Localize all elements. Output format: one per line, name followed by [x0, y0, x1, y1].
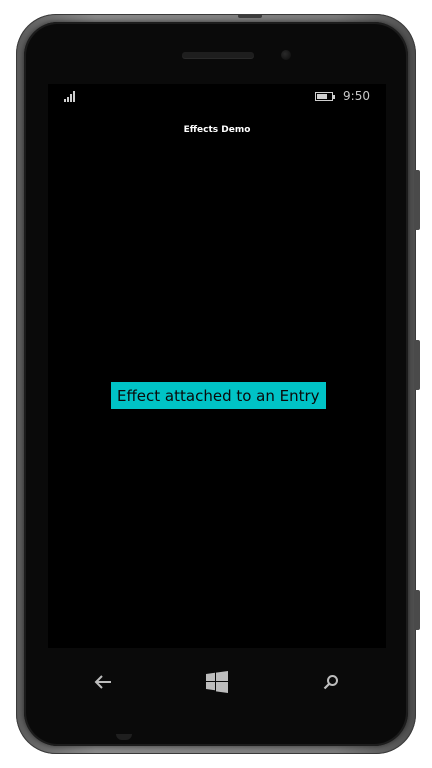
battery-icon	[315, 91, 336, 101]
camera-button	[414, 590, 420, 630]
screen: 9:50 Effects Demo	[48, 84, 386, 648]
status-right: 9:50	[315, 89, 370, 103]
effect-entry-field[interactable]	[111, 382, 326, 409]
power-button	[238, 14, 262, 18]
status-bar: 9:50	[48, 84, 386, 108]
volume-button	[414, 170, 420, 230]
search-icon[interactable]	[316, 667, 346, 697]
status-time: 9:50	[343, 89, 370, 103]
side-button	[414, 340, 420, 390]
signal-icon	[64, 90, 75, 102]
navigation-bar	[48, 660, 386, 704]
front-camera	[281, 50, 291, 60]
windows-logo-icon[interactable]	[202, 667, 232, 697]
back-arrow-icon[interactable]	[88, 667, 118, 697]
earpiece-speaker	[182, 52, 254, 58]
page-title: Effects Demo	[183, 125, 251, 135]
